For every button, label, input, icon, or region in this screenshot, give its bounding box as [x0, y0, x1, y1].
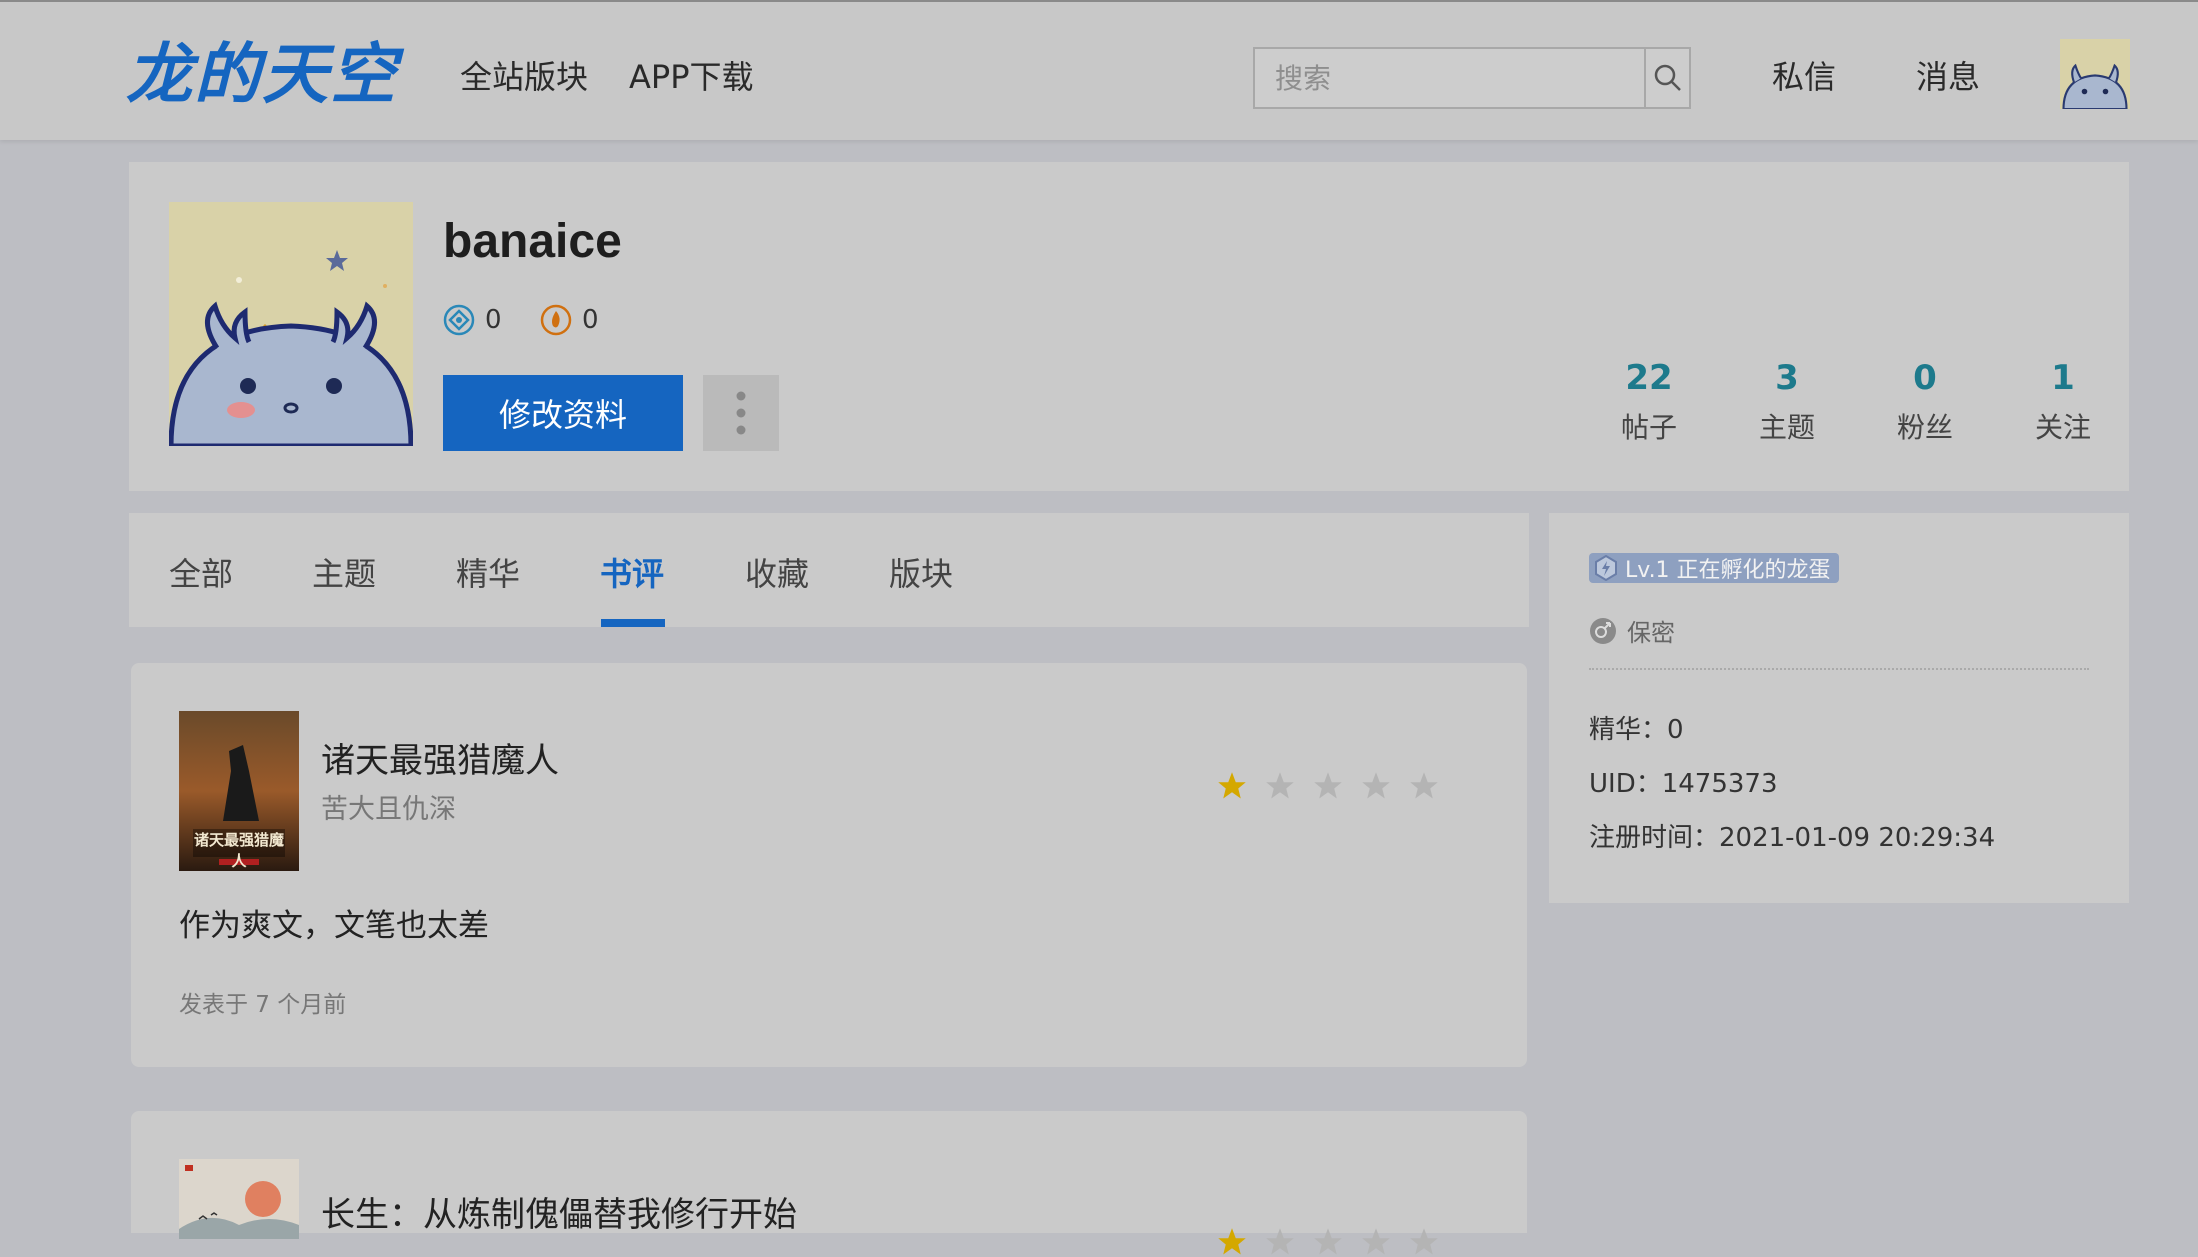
- tab-book-reviews[interactable]: 书评: [600, 549, 664, 595]
- star-filled-icon: [1218, 772, 1246, 799]
- profile-username: banaice: [443, 215, 622, 268]
- tab-topics[interactable]: 主题: [312, 549, 376, 595]
- star-empty-icon: [1410, 772, 1438, 799]
- stat-topics[interactable]: 3 主题: [1727, 358, 1847, 446]
- flame-coin-icon: [540, 304, 572, 336]
- book-cover-image[interactable]: 诸天最强猎魔人: [179, 711, 299, 871]
- level-icon: [1595, 555, 1617, 581]
- stat-following[interactable]: 1 关注: [2003, 358, 2123, 446]
- stat-topics-label: 主题: [1758, 411, 1815, 444]
- level-text: Lv.1 正在孵化的龙蛋: [1625, 558, 1831, 583]
- more-options-button[interactable]: [703, 375, 779, 451]
- search-icon: [1654, 64, 1681, 91]
- stat-posts[interactable]: 22 帖子: [1589, 358, 1709, 446]
- more-vertical-icon: [736, 391, 746, 435]
- review-time: 发表于 7 个月前: [179, 992, 347, 1018]
- coin-a: 0: [443, 304, 502, 336]
- star-filled-icon: [1218, 1228, 1246, 1255]
- profile-avatar: [169, 202, 413, 446]
- star-empty-icon: [1314, 772, 1342, 799]
- coin-a-value: 0: [485, 305, 502, 335]
- user-info-sidebar: Lv.1 正在孵化的龙蛋 保密 精华：0 UID：1475373 注册时间：20…: [1549, 513, 2129, 903]
- dragon-avatar-icon: [169, 202, 413, 446]
- essence-count: 精华：0: [1589, 715, 1684, 745]
- private-messages-link[interactable]: 私信: [1772, 52, 1836, 98]
- rating-stars: [1217, 771, 1439, 801]
- star-empty-icon: [1410, 1228, 1438, 1255]
- gender-privacy: 保密: [1589, 613, 1675, 648]
- user-avatar-menu[interactable]: [2060, 39, 2130, 109]
- star-empty-icon: [1266, 772, 1294, 799]
- star-empty-icon: [1314, 1228, 1342, 1255]
- privacy-text: 保密: [1627, 619, 1675, 647]
- tab-favorites[interactable]: 收藏: [745, 549, 809, 595]
- star-empty-icon: [1266, 1228, 1294, 1255]
- active-tab-indicator: [601, 619, 665, 627]
- profile-card: banaice 0 0 修改资料 22 帖子 3 主题 0 粉丝 1 关注: [129, 162, 2129, 491]
- user-uid: UID：1475373: [1589, 769, 1778, 799]
- tab-essence[interactable]: 精华: [456, 549, 520, 595]
- book-author[interactable]: 苦大且仇深: [321, 787, 456, 826]
- stat-topics-count: 3: [1775, 358, 1799, 398]
- register-time: 注册时间：2021-01-09 20:29:34: [1589, 823, 1996, 853]
- stat-fans-count: 0: [1913, 358, 1937, 398]
- notifications-link[interactable]: 消息: [1916, 52, 1980, 98]
- rating-stars: [1217, 1227, 1439, 1257]
- book-title[interactable]: 诸天最强猎魔人: [321, 733, 559, 782]
- coin-b-value: 0: [582, 305, 599, 335]
- edit-profile-button[interactable]: 修改资料: [443, 375, 683, 451]
- stat-posts-count: 22: [1625, 358, 1673, 398]
- book-title[interactable]: 长生：从炼制傀儡替我修行开始: [321, 1187, 797, 1236]
- top-header: 龙的天空 全站版块 APP下载 私信 消息: [0, 0, 2198, 140]
- diamond-coin-icon: [443, 304, 475, 336]
- review-card: 长生：从炼制傀儡替我修行开始: [131, 1111, 1527, 1255]
- stat-following-count: 1: [2051, 358, 2075, 398]
- tab-boards[interactable]: 版块: [889, 549, 953, 595]
- sidebar-divider: [1589, 668, 2089, 670]
- review-card: 诸天最强猎魔人 诸天最强猎魔人 苦大且仇深 作为爽文，文笔也太差 发表于 7 个…: [131, 663, 1527, 1067]
- search-input[interactable]: [1255, 49, 1644, 107]
- tab-all[interactable]: 全部: [169, 549, 233, 595]
- nav-app-download[interactable]: APP下载: [629, 52, 754, 98]
- search-button[interactable]: [1644, 49, 1689, 107]
- star-empty-icon: [1362, 772, 1390, 799]
- stat-following-label: 关注: [2034, 411, 2091, 444]
- book-cover-title: 诸天最强猎魔人: [193, 831, 284, 870]
- site-logo[interactable]: 龙的天空: [126, 38, 398, 112]
- stat-fans-label: 粉丝: [1896, 411, 1953, 444]
- stat-posts-label: 帖子: [1620, 411, 1677, 444]
- level-badge: Lv.1 正在孵化的龙蛋: [1589, 553, 1839, 583]
- book-cover-art: [179, 1159, 299, 1239]
- profile-tabs: 全部 主题 精华 书评 收藏 版块: [129, 513, 1529, 627]
- nav-all-boards[interactable]: 全站版块: [460, 52, 588, 98]
- search-box: [1253, 47, 1691, 109]
- dragon-avatar-icon: [2060, 39, 2130, 109]
- star-empty-icon: [1362, 1228, 1390, 1255]
- review-text: 作为爽文，文笔也太差: [179, 908, 489, 944]
- stat-fans[interactable]: 0 粉丝: [1865, 358, 1985, 446]
- gender-icon: [1590, 617, 1616, 644]
- book-cover-image[interactable]: [179, 1159, 299, 1239]
- coin-b: 0: [540, 304, 599, 336]
